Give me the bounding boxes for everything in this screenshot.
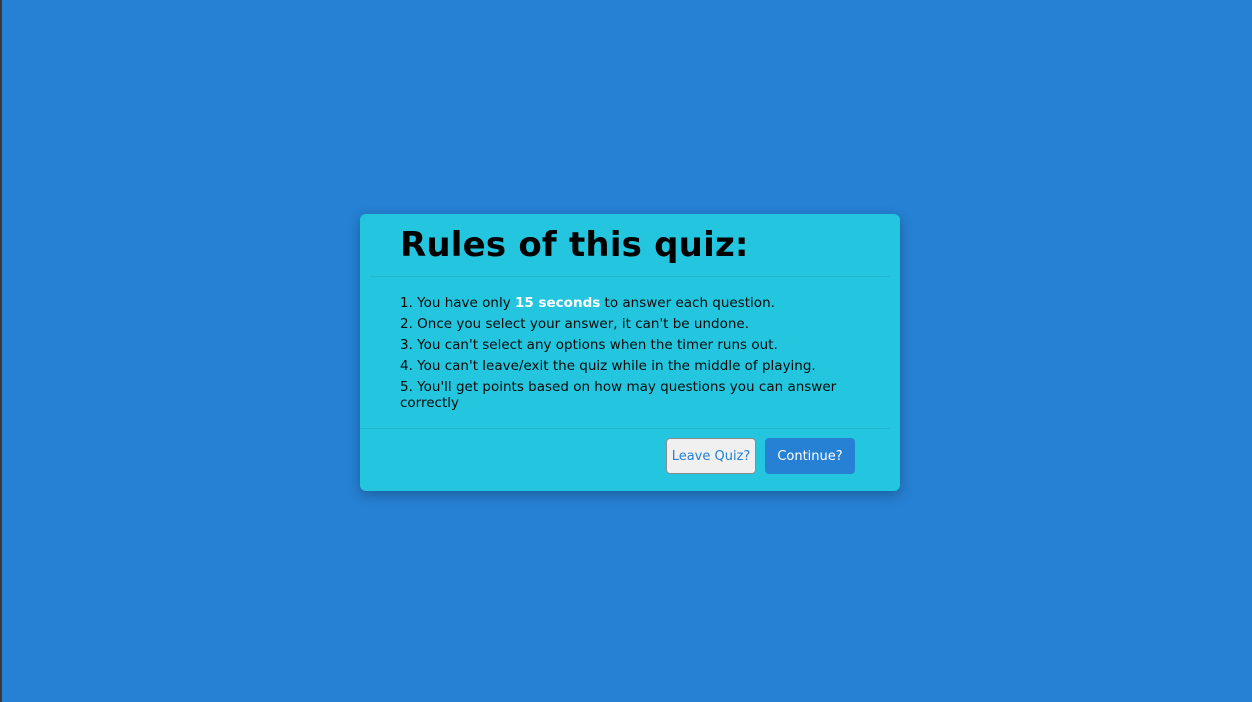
rule-item-5: 5. You'll get points based on how may qu… [400, 379, 837, 411]
rule-item-4: 4. You can't leave/exit the quiz while i… [400, 358, 816, 374]
rule-1-highlight: 15 seconds [515, 295, 601, 311]
dialog-header: Rules of this quiz: [370, 214, 890, 277]
rule-1-prefix: 1. You have only [400, 295, 515, 311]
rule-item-1: 1. You have only 15 seconds to answer ea… [400, 295, 850, 311]
quiz-rules-dialog: Rules of this quiz: 1. You have only 15 … [360, 214, 900, 491]
rule-item-2: 2. Once you select your answer, it can't… [400, 316, 750, 332]
rule-1-suffix: to answer each question. [600, 295, 775, 311]
dialog-title: Rules of this quiz: [400, 225, 749, 265]
leave-quiz-button[interactable]: Leave Quiz? [666, 438, 756, 474]
rule-item-3: 3. You can't select any options when the… [400, 337, 778, 353]
rules-list: 1. You have only 15 seconds to answer ea… [360, 277, 890, 429]
continue-button[interactable]: Continue? [765, 438, 855, 474]
dialog-buttons: Leave Quiz? Continue? [666, 438, 855, 474]
